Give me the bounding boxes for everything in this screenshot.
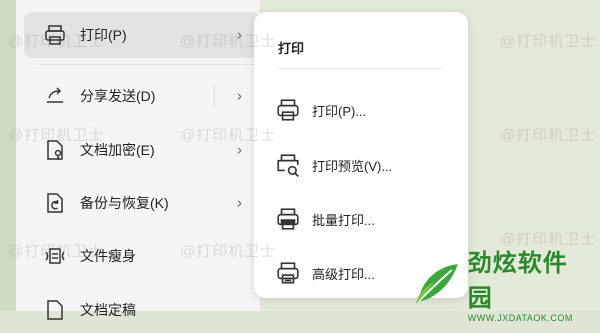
menu-item-share[interactable]: 分享发送(D) › xyxy=(24,73,260,119)
watermark: @打印机卫士 xyxy=(8,243,105,260)
brand-logo: 劲炫软件园 WWW.JXDATAOK.COM xyxy=(412,250,592,323)
watermark: @打印机卫士 xyxy=(500,127,597,144)
menu-item-label: 分享发送(D) xyxy=(80,88,156,104)
advanced-print-icon xyxy=(274,259,302,287)
watermark: @打印机卫士 xyxy=(8,33,105,50)
leaf-logo-icon xyxy=(415,264,458,304)
printer-icon xyxy=(274,96,302,124)
menu-item-label: 文档定稿 xyxy=(80,302,136,318)
submenu-item-print[interactable]: 打印(P)... xyxy=(274,90,454,130)
submenu-item-label: 高级打印... xyxy=(312,266,375,282)
divider xyxy=(38,64,254,65)
submenu-item-batch-print[interactable]: 批量打印... xyxy=(274,199,454,239)
watermark: @打印机卫士 xyxy=(180,33,277,50)
submenu-item-label: 打印预览(V)... xyxy=(312,158,393,174)
watermark: @打印机卫士 xyxy=(500,33,597,50)
divider xyxy=(214,85,215,107)
chevron-right-icon: › xyxy=(237,87,242,105)
brand-url: WWW.JXDATAOK.COM xyxy=(467,313,573,323)
finalize-document-icon xyxy=(40,295,70,325)
print-preview-icon xyxy=(274,151,302,179)
batch-print-icon xyxy=(274,205,302,233)
watermark: @打印机卫士 xyxy=(180,243,277,260)
share-icon xyxy=(40,81,70,111)
menu-item-finalize[interactable]: 文档定稿 xyxy=(24,287,260,333)
menu-item-label: 备份与恢复(K) xyxy=(80,195,169,211)
brand-name: 劲炫软件园 xyxy=(467,250,568,312)
submenu-item-label: 打印(P)... xyxy=(312,103,367,119)
backup-restore-icon xyxy=(40,188,70,218)
watermark: @打印机卫士 xyxy=(8,127,105,144)
submenu-item-print-preview[interactable]: 打印预览(V)... xyxy=(274,145,454,185)
divider xyxy=(278,68,442,69)
watermark: @打印机卫士 xyxy=(180,127,277,144)
menu-item-backup[interactable]: 备份与恢复(K) › xyxy=(24,180,260,226)
chevron-right-icon: › xyxy=(237,194,242,212)
print-submenu: 打印 打印(P)... 打印预览(V)... 批量打印... 高级打印... xyxy=(254,12,468,298)
submenu-item-label: 批量打印... xyxy=(312,212,375,228)
submenu-title: 打印 xyxy=(278,41,305,56)
